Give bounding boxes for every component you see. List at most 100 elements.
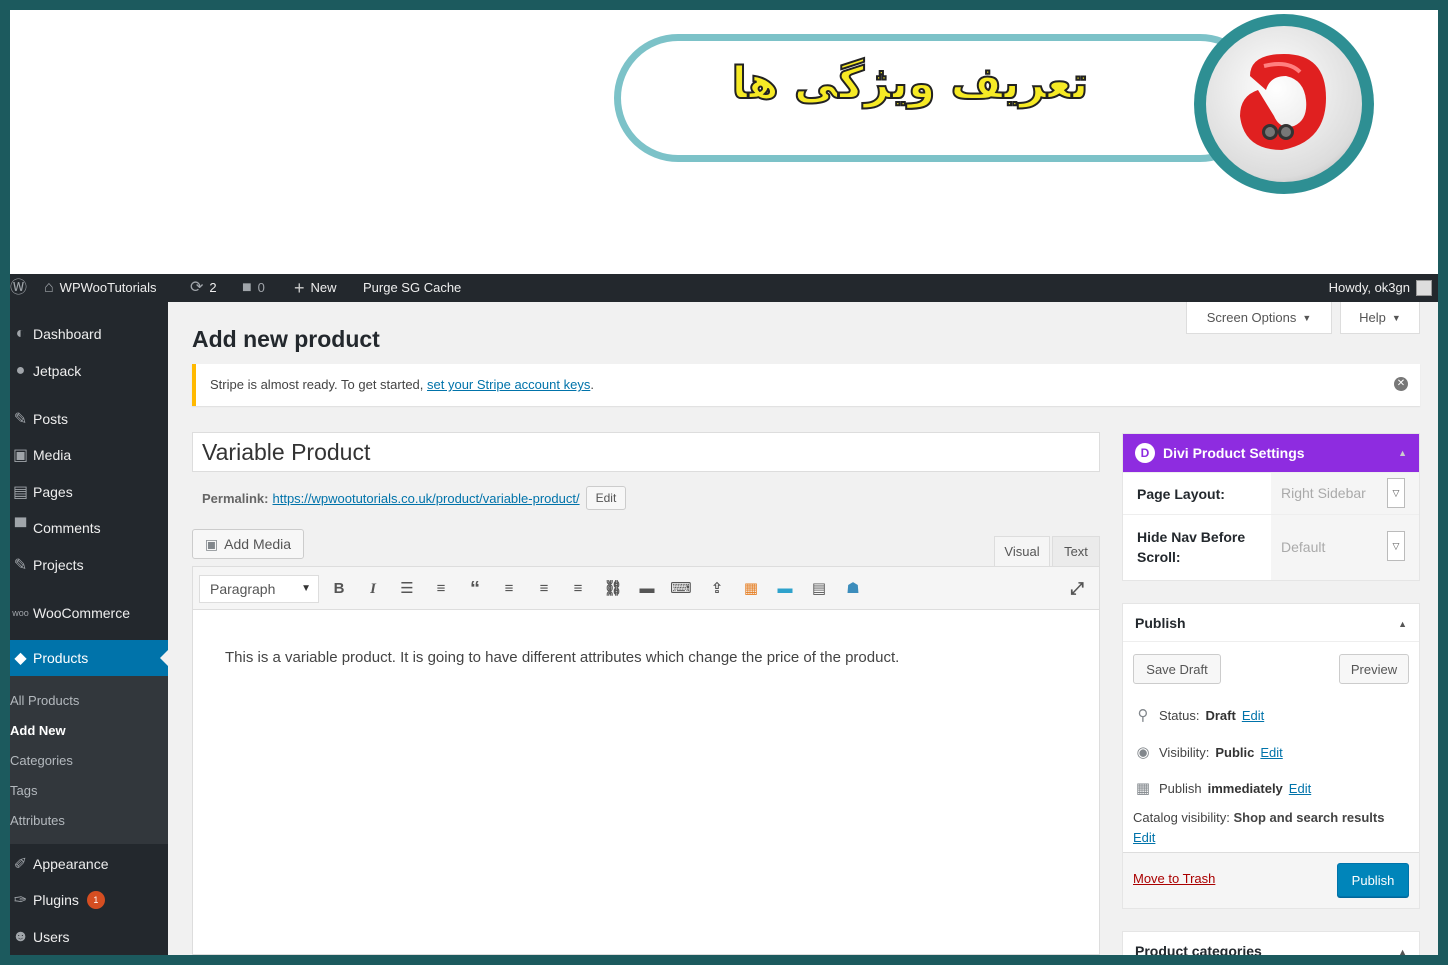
divi-logo-icon: D — [1135, 443, 1155, 463]
product-categories-box: Product categories ▲ — [1122, 931, 1420, 955]
preview-button[interactable]: Preview — [1339, 654, 1409, 684]
sidebar-item-comments[interactable]: ▀ Comments — [10, 510, 168, 546]
hide-nav-row: Hide Nav Before Scroll: Default ▽ — [1123, 514, 1419, 580]
permalink-edit-button[interactable]: Edit — [585, 486, 627, 510]
account-menu[interactable]: Howdy, ok3gn — [1329, 274, 1432, 302]
plus-icon: + — [294, 278, 305, 298]
format-select[interactable]: Paragraph ▼ — [199, 575, 319, 603]
fullscreen-icon[interactable]: ⤢ — [1065, 577, 1089, 601]
tab-text[interactable]: Text — [1052, 536, 1100, 566]
permalink-url[interactable]: https://wpwootutorials.co.uk/product/var… — [272, 491, 579, 506]
hide-nav-select[interactable]: Default ▽ — [1271, 515, 1419, 580]
align-left-icon[interactable]: ≡ — [497, 577, 521, 601]
divi-settings-box: D Divi Product Settings ▲ Page Layout: R… — [1122, 433, 1420, 581]
status-row: ⚲ Status: Draft Edit — [1133, 706, 1265, 724]
sidebar-item-pages[interactable]: ▤ Pages — [10, 474, 168, 510]
sidebar-item-dashboard[interactable]: ◐ Dashboard — [10, 316, 168, 352]
page-layout-row: Page Layout: Right Sidebar ▽ — [1123, 472, 1419, 514]
align-right-icon[interactable]: ≡ — [566, 577, 590, 601]
table-icon[interactable]: ▤ — [807, 577, 831, 601]
add-media-button[interactable]: ▣ Add Media — [192, 529, 304, 559]
sidebar-item-users[interactable]: ☻ Users — [10, 919, 168, 955]
publish-box: Publish ▲ Save Draft Preview ⚲ Status: D… — [1122, 603, 1420, 909]
bold-button[interactable]: B — [327, 577, 351, 601]
hide-nav-label: Hide Nav Before Scroll: — [1137, 529, 1246, 565]
italic-button[interactable]: I — [361, 577, 385, 601]
blockquote-icon[interactable]: “ — [463, 577, 487, 601]
chevron-down-icon: ▽ — [1387, 531, 1405, 561]
sidebar-item-posts[interactable]: ✎ Posts — [10, 401, 168, 437]
read-more-icon[interactable]: ▬ — [635, 577, 659, 601]
divi-settings-header[interactable]: D Divi Product Settings ▲ — [1123, 434, 1419, 472]
shortcode-grid-icon[interactable]: ▦ — [739, 577, 763, 601]
product-title-input[interactable]: Variable Product — [192, 432, 1100, 472]
status-edit-link[interactable]: Edit — [1242, 708, 1264, 723]
submenu-tags[interactable]: Tags — [10, 783, 37, 798]
updates-count: 2 — [209, 280, 217, 295]
screenshot-frame: تعریف ویژگی ها Ⓦ ⌂ WPWooTutorials ⟳ 2 ■ … — [10, 10, 1438, 955]
bullet-list-icon[interactable]: ☰ — [395, 577, 419, 601]
sidebar-item-products[interactable]: ◆ Products — [10, 640, 168, 676]
collapse-arrow-icon[interactable]: ▲ — [1398, 448, 1407, 458]
sidebar-item-plugins[interactable]: ✑ Plugins 1 — [10, 882, 168, 918]
screen-options-button[interactable]: Screen Options ▼ — [1186, 302, 1332, 334]
help-button[interactable]: Help ▼ — [1340, 302, 1420, 334]
user-icon[interactable]: ☗ — [841, 577, 865, 601]
page-layout-select[interactable]: Right Sidebar ▽ — [1271, 473, 1419, 514]
banner-title: تعریف ویژگی ها — [731, 57, 1090, 110]
pin-icon: ✎ — [13, 557, 28, 574]
submenu-categories[interactable]: Categories — [10, 753, 73, 768]
submenu-attributes[interactable]: Attributes — [10, 813, 65, 828]
sidebar-item-projects[interactable]: ✎ Projects — [10, 547, 168, 583]
sidebar-item-jetpack[interactable]: ● Jetpack — [10, 353, 168, 389]
submenu-add-new[interactable]: Add New — [10, 723, 66, 738]
sidebar-item-woocommerce[interactable]: woo WooCommerce — [10, 595, 168, 631]
site-name-link[interactable]: ⌂ WPWooTutorials — [44, 274, 156, 302]
home-icon: ⌂ — [44, 279, 54, 296]
updates-link[interactable]: ⟳ 2 — [190, 274, 217, 302]
stripe-keys-link[interactable]: set your Stripe account keys — [427, 377, 590, 392]
sidebar-item-appearance[interactable]: ✐ Appearance — [10, 846, 168, 882]
media-icon: ▣ — [204, 535, 219, 552]
publish-actions: Move to Trash Publish — [1123, 852, 1419, 908]
sidebar-item-media[interactable]: ▣ Media — [10, 437, 168, 473]
link-icon[interactable]: ⛓ — [601, 577, 625, 601]
purge-cache-link[interactable]: Purge SG Cache — [363, 274, 461, 302]
editor-content[interactable]: This is a variable product. It is going … — [225, 649, 899, 666]
dismiss-icon[interactable]: ✕ — [1394, 377, 1408, 391]
page-layout-label: Page Layout: — [1137, 486, 1225, 502]
catalog-visibility: Catalog visibility: Shop and search resu… — [1133, 810, 1385, 845]
product-categories-header[interactable]: Product categories ▲ — [1123, 932, 1419, 956]
permalink-label: Permalink: — [202, 490, 269, 506]
collapse-arrow-icon[interactable]: ▲ — [1398, 619, 1407, 629]
calendar-icon: ▦ — [1135, 780, 1151, 797]
layout-icon[interactable]: ▬ — [773, 577, 797, 601]
schedule-edit-link[interactable]: Edit — [1289, 781, 1311, 796]
align-center-icon[interactable]: ≡ — [532, 577, 556, 601]
move-to-trash-link[interactable]: Move to Trash — [1133, 871, 1215, 886]
media-icon: ▣ — [12, 447, 29, 464]
pages-icon: ▤ — [12, 484, 29, 501]
editor-toolbar: Paragraph ▼ B I ☰ ≡ “ ≡ ≡ ≡ ⛓ ▬ ⌨ ⇪ ▦ ▬ … — [193, 567, 1099, 610]
visibility-edit-link[interactable]: Edit — [1260, 745, 1282, 760]
keyboard-icon[interactable]: ⌨ — [669, 577, 693, 601]
stripe-notice: Stripe is almost ready. To get started, … — [192, 364, 1420, 406]
collapse-arrow-icon[interactable]: ▲ — [1398, 947, 1407, 955]
new-content-link[interactable]: + New — [294, 274, 337, 302]
tab-visual[interactable]: Visual — [994, 536, 1050, 566]
wordpress-logo-icon[interactable]: Ⓦ — [10, 274, 27, 302]
jetpack-icon: ● — [15, 362, 26, 379]
admin-bar: Ⓦ ⌂ WPWooTutorials ⟳ 2 ■ 0 + New Purge S… — [10, 274, 1438, 302]
catalog-edit-link[interactable]: Edit — [1133, 830, 1155, 845]
insert-icon[interactable]: ⇪ — [705, 577, 729, 601]
numbered-list-icon[interactable]: ≡ — [429, 577, 453, 601]
content-editor: Paragraph ▼ B I ☰ ≡ “ ≡ ≡ ≡ ⛓ ▬ ⌨ ⇪ ▦ ▬ … — [192, 566, 1100, 955]
plugins-update-badge: 1 — [86, 891, 105, 909]
save-draft-button[interactable]: Save Draft — [1133, 654, 1221, 684]
comments-link[interactable]: ■ 0 — [242, 274, 265, 302]
comment-bubble-icon: ■ — [242, 279, 252, 296]
products-icon: ◆ — [14, 650, 27, 667]
publish-header[interactable]: Publish ▲ — [1123, 604, 1419, 642]
submenu-all-products[interactable]: All Products — [10, 693, 79, 708]
publish-button[interactable]: Publish — [1337, 863, 1409, 897]
